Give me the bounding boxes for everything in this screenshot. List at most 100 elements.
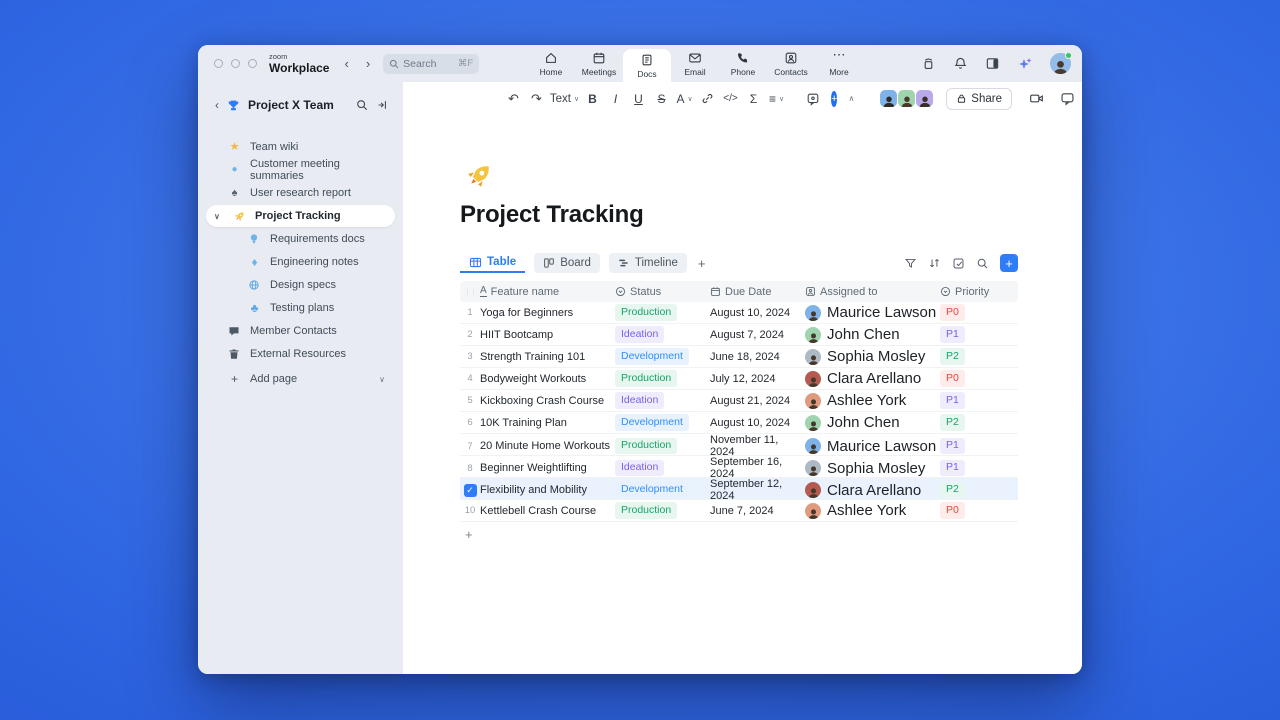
table-row[interactable]: 7 20 Minute Home Workouts Production Nov… [460,434,1018,458]
feature-cell[interactable]: Strength Training 101 [480,351,615,363]
table-row[interactable]: 4 Bodyweight Workouts Production July 12… [460,368,1018,390]
sidebar-item-testing-plans[interactable]: ♣ Testing plans [206,297,395,319]
filter-icon[interactable] [904,257,917,270]
status-cell[interactable]: Development [615,414,710,431]
tab-contacts[interactable]: Contacts [767,45,815,82]
nav-back-icon[interactable]: ‹ [344,56,348,71]
strikethrough-button[interactable]: S [651,88,672,110]
underline-button[interactable]: U [628,88,649,110]
side-panel-icon[interactable] [985,56,1000,71]
companion-icon[interactable] [921,56,936,71]
table-row[interactable]: 8 Beginner Weightlifting Ideation Septem… [460,456,1018,480]
tab-docs[interactable]: Docs [623,49,671,82]
column-header-status[interactable]: Status [615,286,710,298]
priority-cell[interactable]: P2 [940,414,1018,431]
collapse-sidebar-icon[interactable] [376,99,388,111]
window-controls[interactable] [214,59,257,68]
sidebar-search-icon[interactable] [356,99,368,111]
feature-cell[interactable]: Kickboxing Crash Course [480,395,615,407]
status-cell[interactable]: Development [615,481,710,499]
feature-cell[interactable]: Bodyweight Workouts [480,373,615,385]
due-cell[interactable]: June 7, 2024 [710,505,805,517]
status-cell[interactable]: Production [615,502,710,519]
sidebar-item-requirements-docs[interactable]: Requirements docs [206,228,395,250]
table-row[interactable]: ✓ Flexibility and Mobility Development S… [460,478,1018,502]
close-window-icon[interactable] [214,59,223,68]
status-cell[interactable]: Ideation [615,392,710,409]
priority-cell[interactable]: P1 [940,437,1018,455]
priority-cell[interactable]: P0 [940,304,1018,321]
view-tab-table[interactable]: Table [460,253,526,273]
feature-cell[interactable]: Beginner Weightlifting [480,462,615,474]
ai-sparkle-icon[interactable] [1017,56,1033,72]
sidebar-item-customer-meeting-summaries[interactable]: ● Customer meeting summaries [206,158,395,182]
due-cell[interactable]: August 10, 2024 [710,307,805,319]
table-row[interactable]: 6 10K Training Plan Development August 1… [460,412,1018,434]
due-cell[interactable]: July 12, 2024 [710,373,805,385]
table-row[interactable]: 5 Kickboxing Crash Course Ideation Augus… [460,390,1018,412]
feature-cell[interactable]: Kettlebell Crash Course [480,505,615,517]
sidebar-item-user-research-report[interactable]: ♠ User research report [206,182,395,204]
due-cell[interactable]: June 18, 2024 [710,351,805,363]
add-view-button[interactable]: + [698,256,706,271]
notifications-bell-icon[interactable] [953,56,968,71]
status-cell[interactable]: Production [615,304,710,321]
insert-button[interactable]: + [831,90,838,107]
add-record-button[interactable]: + [1000,254,1018,272]
link-button[interactable] [697,88,718,110]
maximize-window-icon[interactable] [248,59,257,68]
assignee-cell[interactable]: Maurice Lawson [805,438,940,455]
priority-cell[interactable]: P1 [940,326,1018,343]
row-number[interactable]: 5 [460,395,480,406]
page-title[interactable]: Project Tracking [460,201,1082,229]
sidebar-item-design-specs[interactable]: Design specs [206,274,395,296]
due-cell[interactable]: September 12, 2024 [710,478,805,502]
comment-button[interactable] [802,88,823,110]
row-number[interactable]: 2 [460,329,480,340]
row-number[interactable]: ✓ [460,483,480,497]
priority-cell[interactable]: P2 [940,348,1018,365]
column-header-due-date[interactable]: Due Date [710,286,805,298]
collaborator-avatar[interactable] [898,90,916,107]
sidebar-back-icon[interactable]: ‹ [215,98,219,112]
minimize-window-icon[interactable] [231,59,240,68]
assignee-cell[interactable]: Sophia Mosley [805,460,940,477]
due-cell[interactable]: November 11, 2024 [710,434,805,458]
chevron-down-icon[interactable]: ∨ [379,375,385,384]
table-row[interactable]: 10 Kettlebell Crash Course Production Ju… [460,500,1018,522]
feature-cell[interactable]: HIIT Bootcamp [480,329,615,341]
table-row[interactable]: 2 HIIT Bootcamp Ideation August 7, 2024 … [460,324,1018,346]
italic-button[interactable]: I [605,88,626,110]
nav-forward-icon[interactable]: › [366,56,370,71]
collaborator-avatar[interactable] [880,90,898,107]
bold-button[interactable]: B [582,88,603,110]
row-number[interactable]: 6 [460,417,480,428]
status-cell[interactable]: Development [615,348,710,365]
drag-handle-icon[interactable]: ⋮⋮ [460,288,480,296]
view-tab-board[interactable]: Board [534,253,600,273]
tab-home[interactable]: Home [527,45,575,82]
tab-email[interactable]: Email [671,45,719,82]
priority-cell[interactable]: P1 [940,459,1018,477]
chat-bubble-icon[interactable] [1060,91,1075,106]
column-header-feature-name[interactable]: A Feature name [480,286,615,298]
assignee-cell[interactable]: John Chen [805,414,940,431]
view-tab-timeline[interactable]: Timeline [608,253,687,273]
column-header-assigned-to[interactable]: Assigned to [805,286,940,298]
align-dropdown[interactable]: ≡ ∨ [766,88,787,110]
assignee-cell[interactable]: John Chen [805,326,940,343]
sidebar-item-engineering-notes[interactable]: ♦ Engineering notes [206,251,395,273]
priority-cell[interactable]: P0 [940,502,1018,519]
table-row[interactable]: 1 Yoga for Beginners Production August 1… [460,302,1018,324]
status-cell[interactable]: Production [615,437,710,455]
assignee-cell[interactable]: Clara Arellano [805,370,940,387]
status-cell[interactable]: Production [615,370,710,387]
assignee-cell[interactable]: Sophia Mosley [805,348,940,365]
priority-cell[interactable]: P0 [940,370,1018,387]
assignee-cell[interactable]: Ashlee York [805,392,940,409]
status-cell[interactable]: Ideation [615,459,710,477]
collaborator-avatar[interactable] [916,90,934,107]
feature-cell[interactable]: 10K Training Plan [480,417,615,429]
chevron-up-icon[interactable]: ∧ [848,94,854,103]
due-cell[interactable]: August 21, 2024 [710,395,805,407]
